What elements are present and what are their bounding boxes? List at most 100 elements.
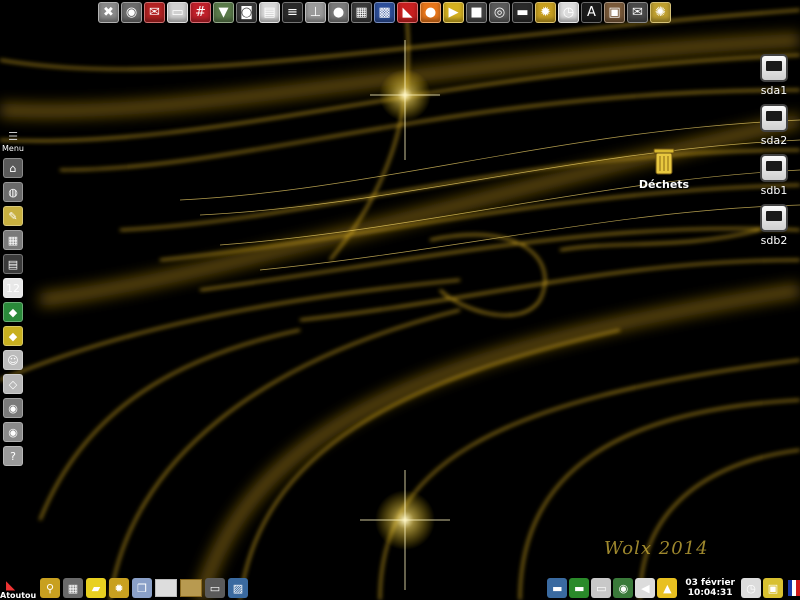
help-icon[interactable]: ? (3, 446, 23, 466)
document-edit-icon-glyph: ✎ (8, 209, 18, 223)
drive-sda2[interactable]: sda2 (752, 104, 796, 147)
box-icon[interactable]: ◇ (3, 374, 23, 394)
webcam-icon[interactable]: ● (328, 1, 349, 23)
direction-sign-icon[interactable]: ◆ (3, 326, 23, 346)
search-icon[interactable]: ⚲ (40, 578, 60, 598)
gnu-icon[interactable]: ◉ (3, 422, 23, 442)
update-notifier-icon[interactable]: ▲ (657, 578, 678, 598)
package-icon[interactable]: ◉ (121, 1, 142, 23)
usb-icon[interactable]: ⊥ (305, 1, 326, 23)
gear-emblem-icon[interactable]: ✺ (650, 1, 671, 23)
wifi-network-icon[interactable]: ◆ (3, 302, 23, 322)
archive-box-icon[interactable]: ▣ (604, 1, 625, 23)
video-camera-icon-glyph: ■ (470, 4, 483, 20)
network-grid-icon-glyph: # (195, 4, 206, 20)
mail-icon-glyph: ✉ (149, 4, 160, 20)
drive-sdb1[interactable]: sdb1 (752, 154, 796, 197)
windows-icon[interactable]: ❐ (132, 578, 152, 598)
hard-drive-icon (760, 54, 788, 82)
clock-icon[interactable]: ◷ (558, 1, 579, 23)
volume-icon-glyph: ◀ (641, 581, 650, 595)
monitor-network-icon[interactable]: ▬ (547, 578, 568, 598)
webcam-icon-glyph: ● (332, 4, 345, 20)
menu-button[interactable]: ☰ Menu (2, 130, 24, 153)
tools-icon[interactable]: ✖ (98, 1, 119, 23)
screen-icon[interactable]: ▭ (205, 578, 225, 598)
chat-faces-icon[interactable]: ☺ (3, 350, 23, 370)
globe-icon-glyph: ◍ (8, 185, 18, 199)
globe-icon[interactable]: ◍ (3, 182, 23, 202)
package-manager-icon[interactable]: ◉ (3, 398, 23, 418)
monitor-icon[interactable]: ▬ (512, 1, 533, 23)
chat-faces-icon-glyph: ☺ (7, 353, 19, 367)
system-tray: ▬ ▬ ▭ ◉ ◀ ▲ 03 février 10:04:31 ◷ ▣ (547, 576, 800, 600)
drive-label: sdb2 (760, 234, 788, 247)
settings-gear-icon[interactable]: ✹ (535, 1, 556, 23)
drive-label: sda2 (760, 134, 788, 147)
box-icon-glyph: ◇ (8, 377, 18, 391)
mail-icon[interactable]: ✉ (144, 1, 165, 23)
drive-label: sdb1 (760, 184, 788, 197)
optical-disc-icon[interactable]: ◎ (489, 1, 510, 23)
clock-icon[interactable]: ◷ (741, 578, 761, 598)
hard-drive-icon (760, 154, 788, 182)
email-icon[interactable]: ✉ (627, 1, 648, 23)
calculator-icon-glyph: ▦ (7, 233, 19, 247)
menu-icon: ☰ (8, 130, 18, 143)
calendar-grid-icon[interactable]: ▩ (374, 1, 395, 23)
window-button-2[interactable] (180, 579, 202, 597)
package-icon-glyph: ◉ (125, 4, 138, 20)
burn-disc-icon[interactable]: ◣ (397, 1, 418, 23)
monitor-icon-glyph: ▬ (516, 4, 529, 20)
network-grid-icon[interactable]: # (190, 1, 211, 23)
help-icon-glyph: ? (10, 449, 16, 463)
hierarchy-icon[interactable]: ≡ (282, 1, 303, 23)
update-notifier-icon-glyph: ▲ (663, 581, 672, 595)
notes-icon-glyph: ▤ (263, 4, 276, 20)
disk-icon[interactable]: ▭ (167, 1, 188, 23)
lock-icon[interactable]: ▣ (763, 578, 783, 598)
clock[interactable]: 03 février 10:04:31 (685, 578, 735, 598)
clipboard-icon[interactable]: ▭ (591, 578, 612, 598)
trash-desktop-icon[interactable]: Déchets (636, 146, 692, 191)
font-icon[interactable]: A (581, 1, 602, 23)
start-button[interactable]: ◣ Atoutou (0, 576, 40, 600)
home-icon[interactable]: ⌂ (3, 158, 23, 178)
network-status-icon-glyph: ▬ (574, 581, 585, 595)
document-edit-icon[interactable]: ✎ (3, 206, 23, 226)
network-status-icon[interactable]: ▬ (569, 578, 590, 598)
settings-gear-icon[interactable]: ✹ (109, 578, 129, 598)
video-camera-icon[interactable]: ■ (466, 1, 487, 23)
image-viewer-icon[interactable]: ▨ (228, 578, 248, 598)
film-strip-icon[interactable]: ▦ (351, 1, 372, 23)
left-dock: ☰ Menu ⌂ ◍ ✎ ▦ ▤ 12 ◆ ◆ ☺ ◇ ◉ ◉? (0, 130, 26, 468)
desktop-wallpaper (0, 0, 800, 600)
calculator-icon-glyph: ▦ (67, 581, 79, 595)
camera-icon[interactable]: ◙ (236, 1, 257, 23)
drive-sda1[interactable]: sda1 (752, 54, 796, 97)
sticky-note-icon[interactable]: ▰ (86, 578, 106, 598)
volume-icon[interactable]: ◀ (635, 578, 656, 598)
network-manager-icon[interactable]: ◉ (613, 578, 634, 598)
optical-disc-icon-glyph: ◎ (493, 4, 506, 20)
notes-icon[interactable]: ▤ (259, 1, 280, 23)
drive-sdb2[interactable]: sdb2 (752, 204, 796, 247)
install-box-icon[interactable]: ▼ (213, 1, 234, 23)
tools-icon-glyph: ✖ (103, 4, 114, 20)
archive-box-icon-glyph: ▣ (608, 4, 621, 20)
trash-icon (653, 148, 675, 175)
calculator-icon[interactable]: ▦ (63, 578, 83, 598)
film-clapper-icon[interactable]: ▤ (3, 254, 23, 274)
window-button-1[interactable] (155, 579, 177, 597)
start-menu-icon: ◣ (6, 578, 16, 592)
calculator-icon[interactable]: ▦ (3, 230, 23, 250)
gear-emblem-icon-glyph: ✺ (655, 4, 666, 20)
calendar-icon[interactable]: 12 (3, 278, 23, 298)
french-flag-icon[interactable] (788, 580, 800, 596)
play-icon-glyph: ▶ (448, 4, 459, 20)
play-icon[interactable]: ▶ (443, 1, 464, 23)
camera-icon-glyph: ◙ (240, 4, 253, 20)
media-player-icon[interactable]: ● (420, 1, 441, 23)
top-launcher-bar: ✖ ◉ ✉ ▭ # ▼ ◙ ▤ ≡ ⊥ ● ▦ ▩ ◣ ● ▶ ■ ◎ ▬ ✹ ◷ A ▣ ✉ ✺ (98, 0, 704, 24)
settings-gear-icon-glyph: ✹ (540, 4, 551, 20)
